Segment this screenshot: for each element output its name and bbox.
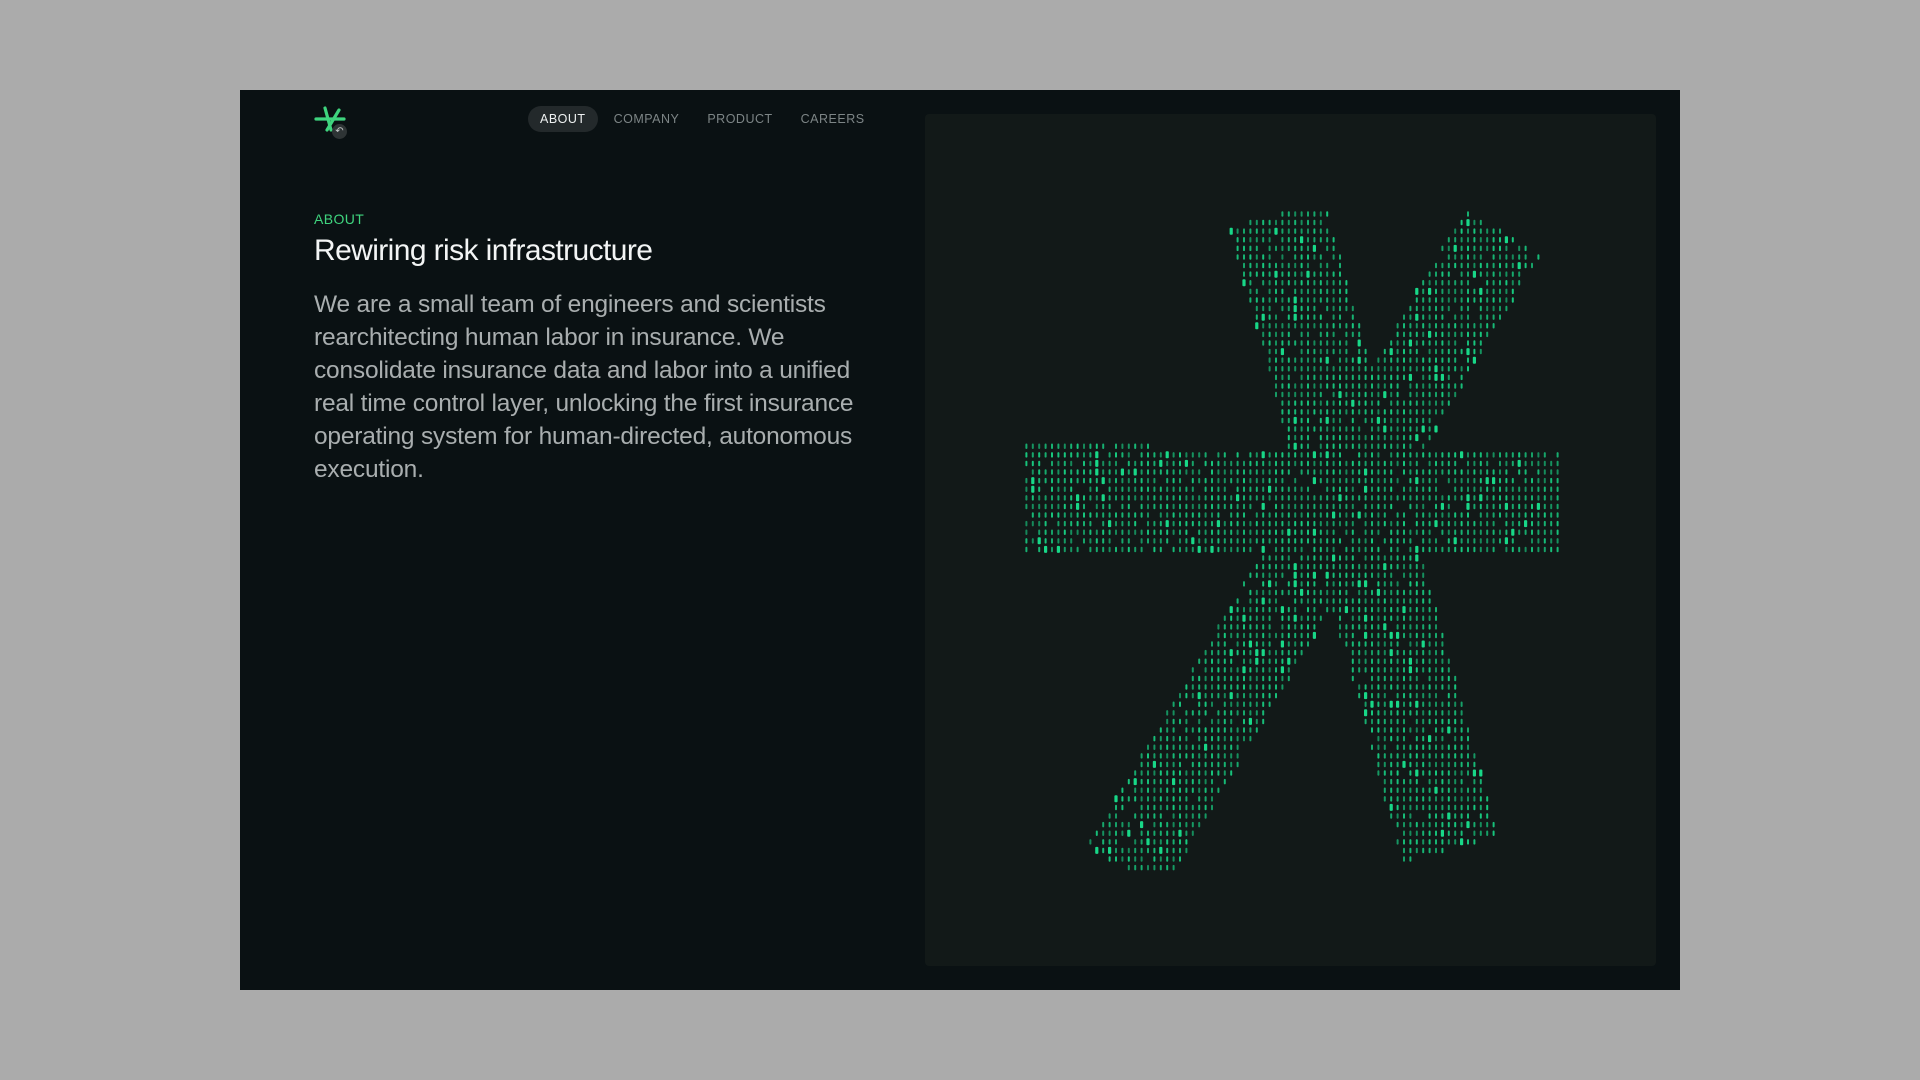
logo[interactable]: ↶	[314, 106, 354, 146]
hero-description: We are a small team of engineers and sci…	[314, 291, 854, 483]
nav-item-product[interactable]: PRODUCT	[695, 106, 784, 132]
top-nav: ABOUT COMPANY PRODUCT CAREERS	[528, 106, 877, 132]
nav-item-company[interactable]: COMPANY	[602, 106, 692, 132]
browser-window: ↶ ABOUT COMPANY PRODUCT CAREERS ABOUT Re…	[240, 90, 1680, 990]
nav-item-about[interactable]: ABOUT	[528, 106, 598, 132]
graphic-panel	[925, 114, 1656, 966]
undo-icon[interactable]: ↶	[332, 124, 347, 139]
section-eyebrow: ABOUT	[314, 211, 365, 227]
page-title: Rewiring risk infrastructure	[314, 234, 653, 267]
nav-item-careers[interactable]: CAREERS	[789, 106, 877, 132]
dot-matrix-asterisk	[1025, 211, 1559, 871]
